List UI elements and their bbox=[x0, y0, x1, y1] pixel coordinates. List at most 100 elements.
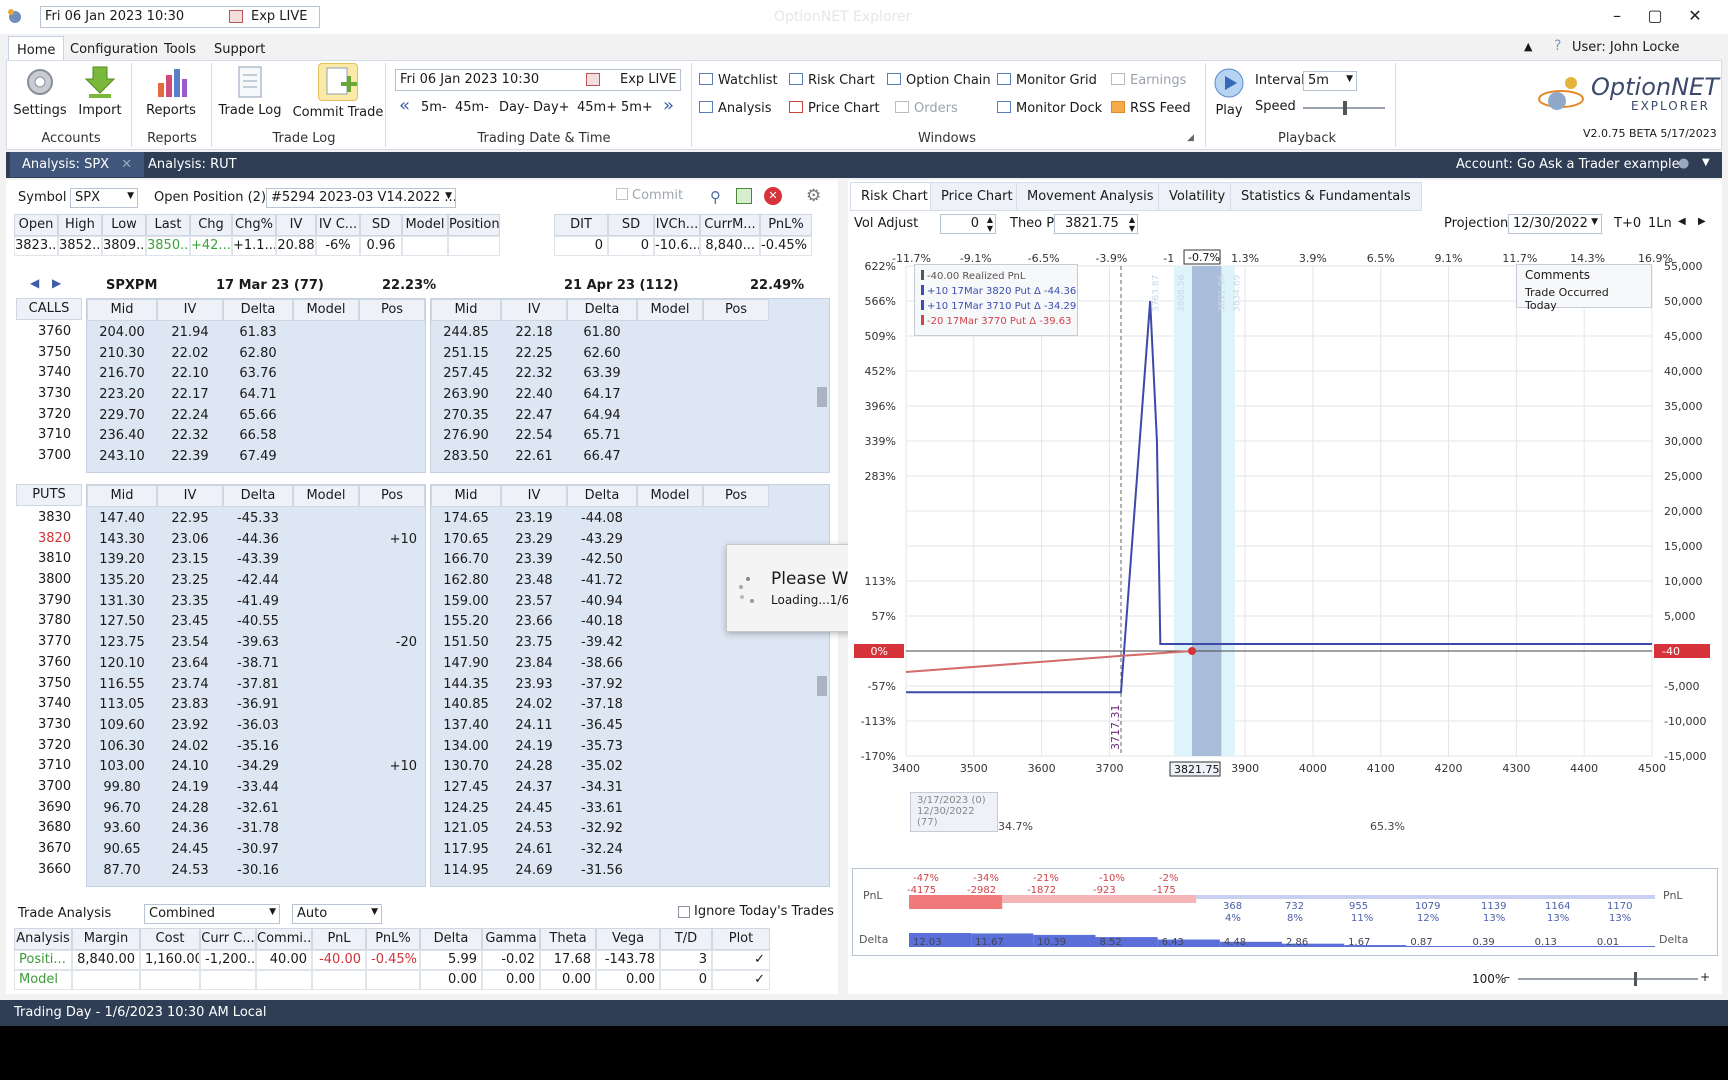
nav-45m-forward[interactable]: 45m+ bbox=[577, 100, 617, 115]
chain-cell[interactable]: -41.72 bbox=[567, 571, 637, 592]
chain-cell[interactable]: 123.75 bbox=[87, 633, 157, 654]
chain-cell[interactable]: 22.47 bbox=[501, 406, 567, 427]
model-cell[interactable] bbox=[293, 550, 359, 571]
model-cell[interactable] bbox=[293, 612, 359, 633]
chain-cell[interactable]: 62.80 bbox=[223, 344, 293, 365]
model-cell[interactable] bbox=[293, 819, 359, 840]
chain-cell[interactable]: -41.49 bbox=[223, 592, 293, 613]
chain-cell[interactable]: 23.74 bbox=[157, 675, 223, 696]
chain-cell[interactable]: 24.53 bbox=[157, 861, 223, 882]
title-date-field[interactable]: Fri 06 Jan 2023 10:30 Exp LIVE bbox=[40, 6, 320, 28]
chain-cell[interactable]: 140.85 bbox=[431, 695, 501, 716]
chevron-down-icon[interactable]: ▼ bbox=[1702, 157, 1710, 168]
close-icon[interactable]: ✕ bbox=[1680, 6, 1710, 25]
chain-cell[interactable]: 23.64 bbox=[157, 654, 223, 675]
chain-cell[interactable]: -32.61 bbox=[223, 799, 293, 820]
chain-cell[interactable] bbox=[359, 323, 425, 344]
strike-cell[interactable]: 3690 bbox=[16, 798, 82, 819]
model-cell[interactable] bbox=[293, 426, 359, 447]
prev-arrow-icon[interactable]: ◀ bbox=[1678, 216, 1686, 227]
table-row[interactable]: 251.15 22.25 62.60 bbox=[431, 344, 769, 365]
chain-cell[interactable]: 144.35 bbox=[431, 675, 501, 696]
strike-cell[interactable]: 3740 bbox=[16, 694, 82, 715]
chain-cell[interactable] bbox=[703, 799, 769, 820]
orders-button[interactable]: Orders bbox=[895, 101, 958, 116]
chain-cell[interactable] bbox=[703, 675, 769, 696]
chain-cell[interactable]: 62.60 bbox=[567, 344, 637, 365]
table-row[interactable]: 159.00 23.57 -40.94 bbox=[431, 592, 769, 613]
import-button[interactable]: Import bbox=[73, 65, 127, 118]
zoom-slider[interactable] bbox=[1518, 972, 1698, 986]
monitor-dock-button[interactable]: Monitor Dock bbox=[997, 101, 1102, 116]
chain-cell[interactable] bbox=[359, 509, 425, 530]
model-cell[interactable] bbox=[637, 633, 703, 654]
chain-cell[interactable]: 23.25 bbox=[157, 571, 223, 592]
table-row[interactable]: 244.85 22.18 61.80 bbox=[431, 323, 769, 344]
chain-cell[interactable]: -38.66 bbox=[567, 654, 637, 675]
ribbon-expand-icon[interactable]: ◢ bbox=[1187, 133, 1194, 143]
tab-analysis-rut[interactable]: Analysis: RUT bbox=[136, 152, 249, 177]
chain-cell[interactable]: 124.25 bbox=[431, 799, 501, 820]
model-cell[interactable] bbox=[293, 592, 359, 613]
chain-cell[interactable]: -43.29 bbox=[567, 530, 637, 551]
chain-cell[interactable]: 22.10 bbox=[157, 364, 223, 385]
model-cell[interactable] bbox=[293, 344, 359, 365]
chain-cell[interactable]: 66.58 bbox=[223, 426, 293, 447]
chain-cell[interactable]: 22.32 bbox=[501, 364, 567, 385]
chain-cell[interactable]: -39.42 bbox=[567, 633, 637, 654]
table-row[interactable]: 99.80 24.19 -33.44 bbox=[87, 778, 425, 799]
chain-cell[interactable] bbox=[703, 778, 769, 799]
strike-cell[interactable]: 3770 bbox=[16, 632, 82, 653]
chain-cell[interactable] bbox=[359, 344, 425, 365]
tab-configuration[interactable]: Configuration bbox=[62, 36, 166, 63]
model-cell[interactable] bbox=[637, 737, 703, 758]
model-cell[interactable] bbox=[637, 323, 703, 344]
strike-cell[interactable]: 3680 bbox=[16, 818, 82, 839]
chain-cell[interactable]: 65.66 bbox=[223, 406, 293, 427]
table-row[interactable]: 96.70 24.28 -32.61 bbox=[87, 799, 425, 820]
chain-cell[interactable] bbox=[359, 799, 425, 820]
chain-cell[interactable]: 24.19 bbox=[157, 778, 223, 799]
puts-scrollbar-thumb[interactable] bbox=[817, 675, 827, 696]
speed-slider[interactable] bbox=[1303, 101, 1385, 115]
trade-analysis-select[interactable]: Combined ▼ bbox=[144, 904, 280, 924]
chain-cell[interactable]: 24.53 bbox=[501, 819, 567, 840]
nav-first-icon[interactable]: « bbox=[399, 95, 410, 116]
strike-cell[interactable]: 3830 bbox=[16, 508, 82, 529]
chain-cell[interactable]: 23.93 bbox=[501, 675, 567, 696]
table-row[interactable]: 124.25 24.45 -33.61 bbox=[431, 799, 769, 820]
chain-cell[interactable]: 137.40 bbox=[431, 716, 501, 737]
tab-analysis-spx[interactable]: Analysis: SPX ✕ bbox=[10, 152, 145, 177]
chain-cell[interactable]: 170.65 bbox=[431, 530, 501, 551]
table-row[interactable]: 151.50 23.75 -39.42 bbox=[431, 633, 769, 654]
chain-cell[interactable]: 22.54 bbox=[501, 426, 567, 447]
chain-cell[interactable]: -36.91 bbox=[223, 695, 293, 716]
model-cell[interactable] bbox=[637, 447, 703, 468]
chain-cell[interactable]: 93.60 bbox=[87, 819, 157, 840]
strike-cell[interactable]: 3730 bbox=[16, 384, 82, 405]
model-cell[interactable] bbox=[637, 861, 703, 882]
table-row[interactable]: 137.40 24.11 -36.45 bbox=[431, 716, 769, 737]
chain-cell[interactable] bbox=[359, 716, 425, 737]
chain-cell[interactable]: 147.90 bbox=[431, 654, 501, 675]
earnings-button[interactable]: Earnings bbox=[1111, 73, 1186, 88]
table-row[interactable]: 106.30 24.02 -35.16 bbox=[87, 737, 425, 758]
commit-trade-button[interactable]: Commit Trade bbox=[289, 63, 387, 120]
trade-analysis-auto-select[interactable]: Auto ▼ bbox=[292, 904, 382, 924]
model-cell[interactable] bbox=[637, 426, 703, 447]
chain-cell[interactable]: 134.00 bbox=[431, 737, 501, 758]
table-row[interactable]: 121.05 24.53 -32.92 bbox=[431, 819, 769, 840]
play-button[interactable]: Play bbox=[1209, 67, 1249, 118]
chain-cell[interactable]: 24.45 bbox=[157, 840, 223, 861]
chain-cell[interactable] bbox=[703, 406, 769, 427]
model-cell[interactable] bbox=[637, 364, 703, 385]
chain-cell[interactable] bbox=[703, 633, 769, 654]
chain-cell[interactable]: 270.35 bbox=[431, 406, 501, 427]
calls-scrollbar[interactable] bbox=[816, 322, 828, 467]
model-cell[interactable] bbox=[293, 406, 359, 427]
table-row[interactable]: 147.40 22.95 -45.33 bbox=[87, 509, 425, 530]
model-cell[interactable] bbox=[637, 757, 703, 778]
chain-cell[interactable]: 166.70 bbox=[431, 550, 501, 571]
strike-cell[interactable]: 3720 bbox=[16, 736, 82, 757]
chain-cell[interactable]: -40.94 bbox=[567, 592, 637, 613]
